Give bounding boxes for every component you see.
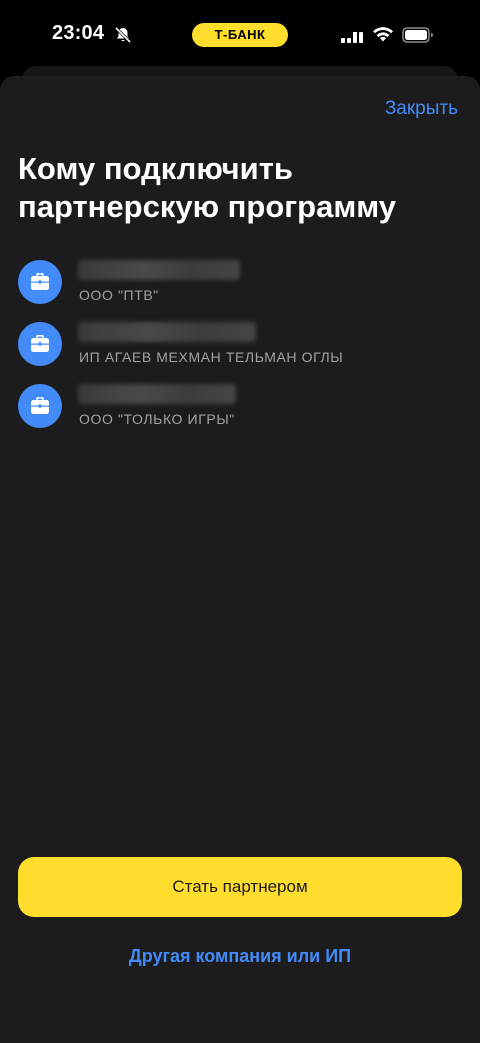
account-avatar	[18, 384, 62, 428]
wifi-icon	[373, 27, 393, 42]
briefcase-icon	[31, 273, 49, 290]
account-subtitle: ИП АГАЕВ МЕХМАН ТЕЛЬМАН ОГЛЫ	[79, 349, 344, 365]
close-button[interactable]: Закрыть	[385, 98, 458, 120]
status-bar: 23:04 Т-БАНК	[0, 0, 480, 70]
account-item[interactable]: ООО "ПТВ"	[0, 252, 480, 314]
other-company-link[interactable]: Другая компания или ИП	[0, 946, 480, 967]
bell-slash-icon	[114, 26, 132, 44]
account-avatar	[18, 260, 62, 304]
account-name-blurred	[78, 322, 256, 342]
briefcase-icon	[31, 397, 49, 414]
account-item[interactable]: ИП АГАЕВ МЕХМАН ТЕЛЬМАН ОГЛЫ	[0, 314, 480, 376]
account-name-blurred	[78, 384, 236, 404]
account-name-blurred	[78, 260, 240, 280]
battery-icon	[402, 27, 433, 43]
bank-pill[interactable]: Т-БАНК	[192, 23, 288, 47]
briefcase-icon	[31, 335, 49, 352]
become-partner-button[interactable]: Стать партнером	[18, 857, 462, 917]
account-subtitle: ООО "ПТВ"	[79, 287, 159, 303]
account-subtitle: ООО "ТОЛЬКО ИГРЫ"	[79, 411, 235, 427]
page-title: Кому подключить партнерскую программу	[18, 151, 397, 224]
status-time: 23:04	[52, 22, 105, 44]
account-avatar	[18, 322, 62, 366]
account-list: ООО "ПТВ" ИП АГАЕВ МЕХМАН ТЕЛЬМАН ОГЛЫ О…	[0, 252, 480, 438]
cellular-signal-icon	[341, 32, 363, 43]
account-item[interactable]: ООО "ТОЛЬКО ИГРЫ"	[0, 376, 480, 438]
